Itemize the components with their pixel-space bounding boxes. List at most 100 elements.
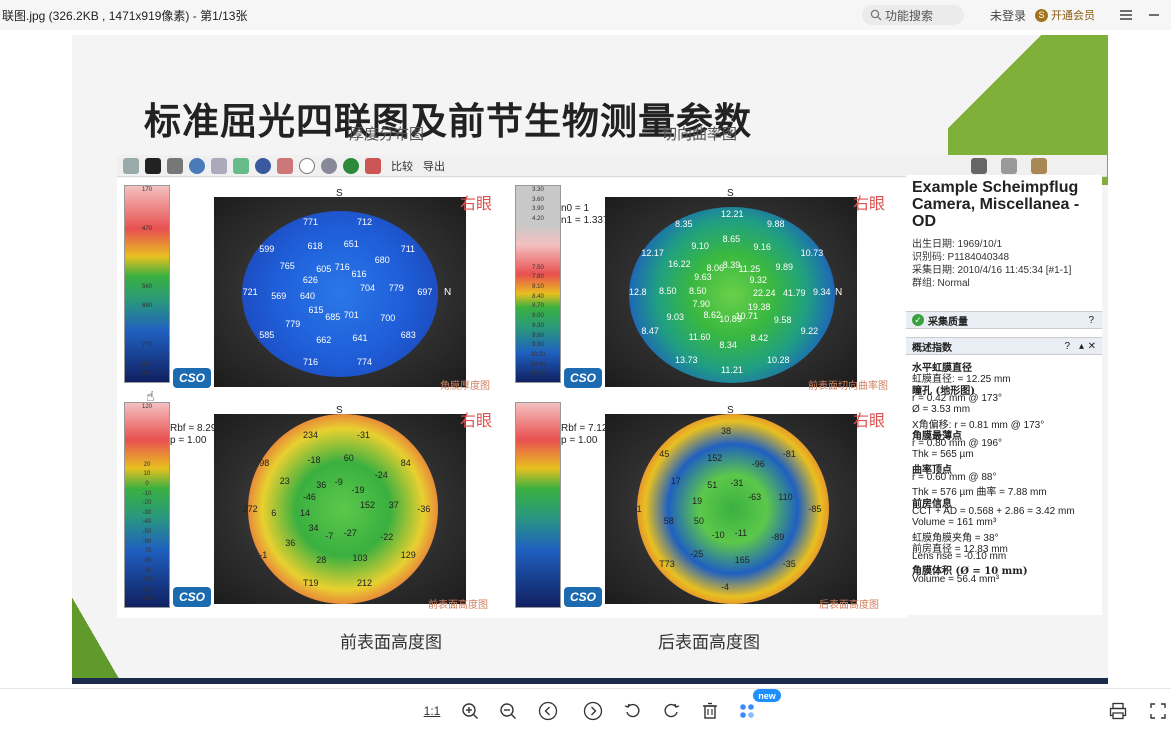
- group: 群组: Normal: [912, 278, 970, 289]
- colorbar-tick: 9.90: [532, 342, 544, 349]
- map-value: -63: [748, 491, 762, 502]
- apps-button[interactable]: [735, 698, 761, 724]
- map-value: 618: [307, 241, 323, 252]
- green-dot-icon[interactable]: [343, 157, 359, 174]
- map-value: T73: [659, 559, 675, 570]
- map-icon[interactable]: [277, 157, 293, 174]
- diamond-icon[interactable]: [211, 157, 227, 174]
- map-value: -19: [351, 484, 365, 495]
- layers-icon[interactable]: [233, 157, 249, 174]
- fullscreen-button[interactable]: [1145, 698, 1171, 724]
- colorbar-tick: -120: [140, 596, 153, 603]
- minimize-button[interactable]: [1142, 4, 1166, 26]
- zoom-out-button[interactable]: [495, 698, 521, 724]
- map-value: 60: [343, 452, 354, 463]
- check-icon: ✓: [912, 314, 924, 326]
- colorbar-tick: 3.60: [532, 196, 544, 203]
- map-value: 152: [707, 452, 723, 463]
- exam-title: Example Scheimpflug Camera, Miscellanea …: [912, 179, 1080, 230]
- colorbar-tick: 7.80: [532, 274, 544, 281]
- slide-title: 标准屈光四联图及前节生物测量参数: [144, 100, 752, 143]
- compare-menu[interactable]: 比较: [391, 158, 413, 174]
- close-icon[interactable]: ✕: [1088, 341, 1096, 352]
- print-button[interactable]: [1105, 698, 1131, 724]
- chart-icon[interactable]: [1031, 157, 1047, 174]
- map-value: 12.8: [629, 287, 647, 297]
- thickness-map-caption: 角膜厚度图: [440, 381, 490, 392]
- apps-icon: [740, 704, 754, 718]
- view-icon-1[interactable]: [123, 157, 139, 174]
- map-value: -31: [730, 478, 744, 489]
- map-value: 9.16: [753, 242, 771, 253]
- colorbar-tick: -90: [142, 567, 152, 574]
- subtitle-posterior: 后表面高度图: [658, 633, 760, 653]
- login-link[interactable]: 未登录: [990, 7, 1026, 24]
- collapse-icon[interactable]: ▴: [1079, 341, 1084, 352]
- map-value: 10.73: [800, 247, 824, 258]
- colorbar-tick: -70: [142, 548, 152, 555]
- sphere-icon[interactable]: [255, 157, 271, 174]
- posterior-map-fill: [637, 414, 829, 604]
- view-icon-2[interactable]: [145, 157, 161, 174]
- rotate-left-button[interactable]: [620, 698, 646, 724]
- slide-image: 标准屈光四联图及前节生物测量参数 厚度分布图 切向曲率图 前表面高度图 后表面高…: [72, 35, 1108, 680]
- acquisition-quality-header[interactable]: ✓ 采集质量 ?: [906, 311, 1102, 329]
- window-title: 联图.jpg (326.2KB , 1471x919像素) - 第1/13张: [2, 9, 248, 23]
- colorbar-tick: -40: [142, 519, 152, 526]
- colorbar-tick: 770: [141, 342, 152, 349]
- map-value: 165: [734, 555, 750, 566]
- map-value: 98: [259, 458, 270, 469]
- vip-button[interactable]: S 开通会员: [1035, 6, 1095, 24]
- zoom-in-button[interactable]: [457, 698, 483, 724]
- summary-value: r = 0.80 mm @ 196°: [912, 438, 1003, 450]
- map-value: 6: [271, 508, 277, 519]
- map-value: -1: [633, 504, 642, 514]
- eye-icon[interactable]: [365, 157, 381, 174]
- colorbar-tick: -100: [140, 577, 153, 584]
- target-icon[interactable]: [321, 157, 337, 174]
- subtitle-anterior: 前表面高度图: [340, 633, 442, 653]
- export-menu[interactable]: 导出: [423, 158, 445, 174]
- map-value: 605: [316, 264, 332, 275]
- view-icon-3[interactable]: [167, 157, 183, 174]
- right-eye-label-4: 右眼: [853, 411, 886, 430]
- colorbar-tick: 8.70: [532, 303, 544, 310]
- software-toolbar: 比较 导出: [117, 155, 1107, 177]
- map-value: -18: [307, 455, 321, 466]
- tools-icon[interactable]: [971, 157, 987, 174]
- map-value: 765: [279, 261, 295, 272]
- actual-size-button[interactable]: 1:1: [419, 698, 445, 724]
- globe-icon[interactable]: [189, 157, 205, 174]
- map-value: 10.89: [719, 314, 742, 325]
- map-value: 701: [343, 309, 359, 320]
- colorbar-tick: 0: [145, 480, 149, 487]
- colorbar-tick: -80: [142, 557, 152, 564]
- image-viewer: 标准屈光四联图及前节生物测量参数 厚度分布图 切向曲率图 前表面高度图 后表面高…: [0, 30, 1171, 688]
- nasal-marker: N: [444, 287, 452, 298]
- feature-search-input[interactable]: 功能搜索: [862, 5, 964, 25]
- hamburger-icon: [1120, 10, 1132, 20]
- map-value: -31: [357, 429, 371, 440]
- menu-button[interactable]: [1114, 4, 1138, 26]
- summary-indices-header[interactable]: 概述指数 ? ▴ ✕: [906, 337, 1102, 355]
- quality-help-icon[interactable]: ?: [1088, 315, 1094, 326]
- colorbar-tick: 7.50: [532, 264, 544, 271]
- previous-button[interactable]: [535, 698, 561, 724]
- chevron-right-icon: [583, 701, 603, 721]
- next-button[interactable]: [580, 698, 606, 724]
- summary-value: Volume = 56.4 mm³: [912, 573, 999, 585]
- slide-decoration-bottom-left: [72, 560, 122, 680]
- map-value: 23: [279, 476, 290, 487]
- map-value: -1: [259, 549, 268, 560]
- map-value: 704: [360, 283, 376, 293]
- map-value: 34: [308, 523, 319, 534]
- rotate-right-button[interactable]: [658, 698, 684, 724]
- ring-icon[interactable]: [299, 157, 315, 174]
- link-icon[interactable]: [1001, 157, 1017, 174]
- posterior-map-caption: 后表面高度图: [819, 600, 879, 611]
- summary-help-icon[interactable]: ?: [1064, 341, 1070, 352]
- delete-button[interactable]: [697, 698, 723, 724]
- map-value: 37: [388, 499, 399, 510]
- anterior-map-caption: 前表面高度图: [428, 600, 488, 611]
- print-icon: [1109, 702, 1127, 720]
